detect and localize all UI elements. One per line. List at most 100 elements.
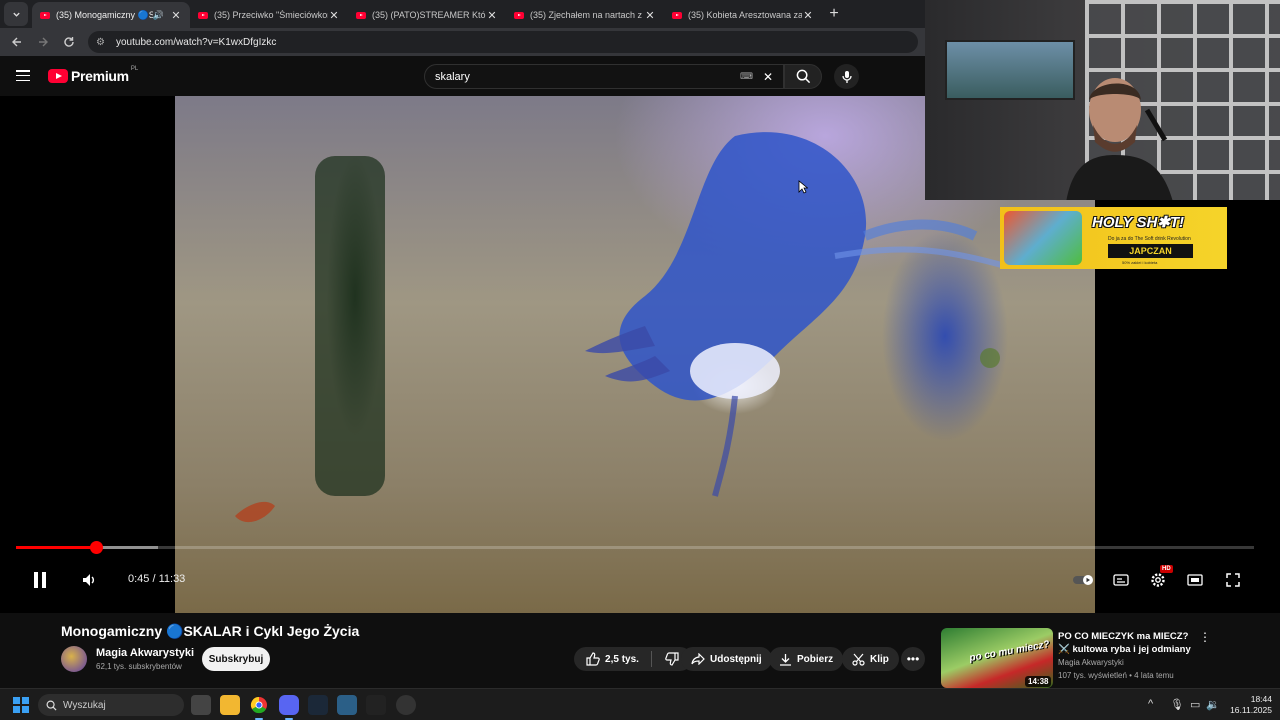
played-bar — [16, 546, 97, 549]
subscribe-button[interactable]: Subskrybuj — [202, 647, 270, 671]
browser-tab-4[interactable]: (35) Zjechałem na nartach z Mo ✕ — [506, 2, 664, 28]
reload-button[interactable] — [58, 31, 80, 53]
search-query: skalary — [435, 70, 470, 83]
download-label: Pobierz — [797, 653, 834, 665]
address-bar[interactable]: ⚙ youtube.com/watch?v=K1wxDfgIzkc — [88, 31, 918, 53]
youtube-favicon-icon — [356, 11, 366, 19]
new-tab-button[interactable]: + — [822, 2, 846, 26]
recommended-channel[interactable]: Magia Akwarystyki — [1058, 658, 1124, 667]
menu-icon[interactable] — [16, 70, 30, 81]
url-text: youtube.com/watch?v=K1wxDfgIzkc — [116, 36, 277, 48]
theater-mode-button[interactable] — [1185, 570, 1205, 590]
app-icon[interactable] — [337, 695, 357, 715]
youtube-favicon-icon — [198, 11, 208, 19]
more-vertical-icon[interactable]: ⋮ — [1199, 630, 1211, 644]
browser-tab-3[interactable]: (35) (PATO)STREAMER Który Ni ✕ — [348, 2, 506, 28]
volume-button[interactable] — [80, 570, 100, 590]
voice-search-button[interactable] — [834, 64, 859, 89]
mouse-cursor-icon — [798, 180, 808, 194]
video-title: Monogamiczny 🔵SKALAR i Cykl Jego Życia — [61, 623, 360, 639]
browser-toolbar: ⚙ youtube.com/watch?v=K1wxDfgIzkc — [0, 28, 925, 56]
file-explorer-icon[interactable] — [220, 695, 240, 715]
tab-title: (35) (PATO)STREAMER Który Ni — [372, 10, 486, 20]
browser-tab-1[interactable]: (35) Monogamiczny 🔵SKALAR 🔊 ✕ — [32, 2, 190, 28]
search-button[interactable] — [784, 64, 822, 89]
microphone-tray-icon[interactable]: 🎙 — [1170, 698, 1184, 711]
keyboard-icon[interactable]: ⌨ — [740, 71, 753, 82]
video-info: Monogamiczny 🔵SKALAR i Cykl Jego Życia M… — [0, 613, 1280, 688]
taskbar-search-placeholder: Wyszukaj — [63, 699, 106, 711]
clear-search-icon[interactable]: ✕ — [763, 70, 773, 84]
tab-search-button[interactable] — [4, 2, 28, 26]
share-button[interactable]: Udostępnij — [681, 647, 772, 671]
clip-label: Klip — [870, 653, 889, 665]
tab-title: (35) Kobieta Aresztowana za Up — [688, 10, 802, 20]
fullscreen-button[interactable] — [1223, 570, 1243, 590]
recommended-video[interactable]: po co mu miecz? 14:38 PO CO MIECZYK ma M… — [941, 628, 1271, 690]
channel-name[interactable]: Magia Akwarystyki — [96, 647, 194, 659]
clock-date: 16.11.2025 — [1230, 705, 1272, 715]
more-horizontal-icon: ••• — [906, 652, 920, 666]
autoplay-toggle[interactable] — [1072, 572, 1096, 588]
banner-headline: HOLY SH✱T! — [1092, 214, 1185, 231]
time-display: 0:45 / 11:33 — [128, 573, 185, 585]
banner-brand: JAPCZAN — [1108, 244, 1193, 258]
thumbs-down-icon — [664, 652, 679, 666]
discord-icon[interactable] — [279, 695, 299, 720]
browser-tab-5[interactable]: (35) Kobieta Aresztowana za Up ✕ — [664, 2, 822, 28]
browser-tab-2[interactable]: (35) Przeciwko "Śmieciówkom" ✕ — [190, 2, 348, 28]
task-view-icon[interactable] — [191, 695, 211, 715]
pause-button[interactable] — [30, 570, 50, 590]
subtitles-button[interactable] — [1111, 570, 1131, 590]
clip-button[interactable]: Klip — [842, 647, 899, 671]
taskbar-search[interactable]: Wyszukaj — [38, 694, 184, 716]
like-count: 2,5 tys. — [605, 653, 639, 665]
scissors-icon — [852, 653, 865, 666]
site-info-icon[interactable]: ⚙ — [96, 37, 110, 48]
browser-tabstrip: (35) Monogamiczny 🔵SKALAR 🔊 ✕ (35) Przec… — [0, 0, 925, 28]
logo-text: Premium — [71, 68, 129, 84]
sponsor-banner: HOLY SH✱T! Do ja za do The Soft drink Re… — [1000, 207, 1227, 269]
forward-button[interactable] — [32, 31, 54, 53]
channel-avatar[interactable] — [61, 646, 87, 672]
obs-icon[interactable] — [396, 695, 416, 715]
gear-icon — [1151, 573, 1165, 587]
close-icon[interactable]: ✕ — [486, 9, 498, 22]
plus-icon: + — [829, 5, 839, 22]
like-button[interactable]: 2,5 tys. — [575, 647, 651, 671]
youtube-logo[interactable]: Premium PL — [48, 66, 138, 84]
more-actions-button[interactable]: ••• — [901, 647, 925, 671]
epic-games-icon[interactable] — [366, 695, 386, 715]
chevron-up-icon[interactable]: ^ — [1148, 698, 1153, 710]
chevron-down-icon — [12, 12, 20, 17]
close-icon[interactable]: ✕ — [644, 9, 656, 22]
youtube-play-icon — [48, 69, 68, 83]
start-button[interactable] — [13, 697, 29, 713]
clock-time: 18:44 — [1250, 694, 1272, 704]
download-button[interactable]: Pobierz — [769, 647, 844, 671]
back-button[interactable] — [6, 31, 28, 53]
close-icon[interactable]: ✕ — [328, 9, 340, 22]
progress-bar[interactable] — [16, 541, 1254, 554]
youtube-favicon-icon — [672, 11, 682, 19]
network-icon[interactable]: ▭ — [1190, 698, 1200, 711]
screen: (35) Monogamiczny 🔵SKALAR 🔊 ✕ (35) Przec… — [0, 0, 1280, 720]
recommended-title[interactable]: PO CO MIECZYK ma MIECZ? ⚔️ kultowa ryba … — [1058, 630, 1198, 656]
share-label: Udostępnij — [710, 653, 762, 665]
product-image — [1004, 211, 1082, 265]
recommended-thumbnail[interactable]: po co mu miecz? 14:38 — [941, 628, 1053, 688]
chrome-icon[interactable] — [249, 695, 269, 720]
clock[interactable]: 18:44 16.11.2025 — [1222, 694, 1272, 716]
close-icon[interactable]: ✕ — [170, 9, 182, 22]
close-icon[interactable]: ✕ — [802, 9, 814, 22]
speaker-icon[interactable]: 🔊 — [153, 10, 164, 21]
steam-icon[interactable] — [308, 695, 328, 715]
settings-button[interactable] — [1148, 570, 1168, 590]
current-time: 0:45 — [128, 573, 150, 585]
reload-icon — [64, 37, 74, 47]
thumbs-up-icon — [586, 652, 600, 666]
volume-tray-icon[interactable]: 🔉 — [1206, 698, 1220, 711]
download-icon — [780, 653, 791, 666]
search-input[interactable]: skalary ⌨ ✕ — [424, 64, 784, 89]
scrubber-handle[interactable] — [90, 541, 104, 554]
